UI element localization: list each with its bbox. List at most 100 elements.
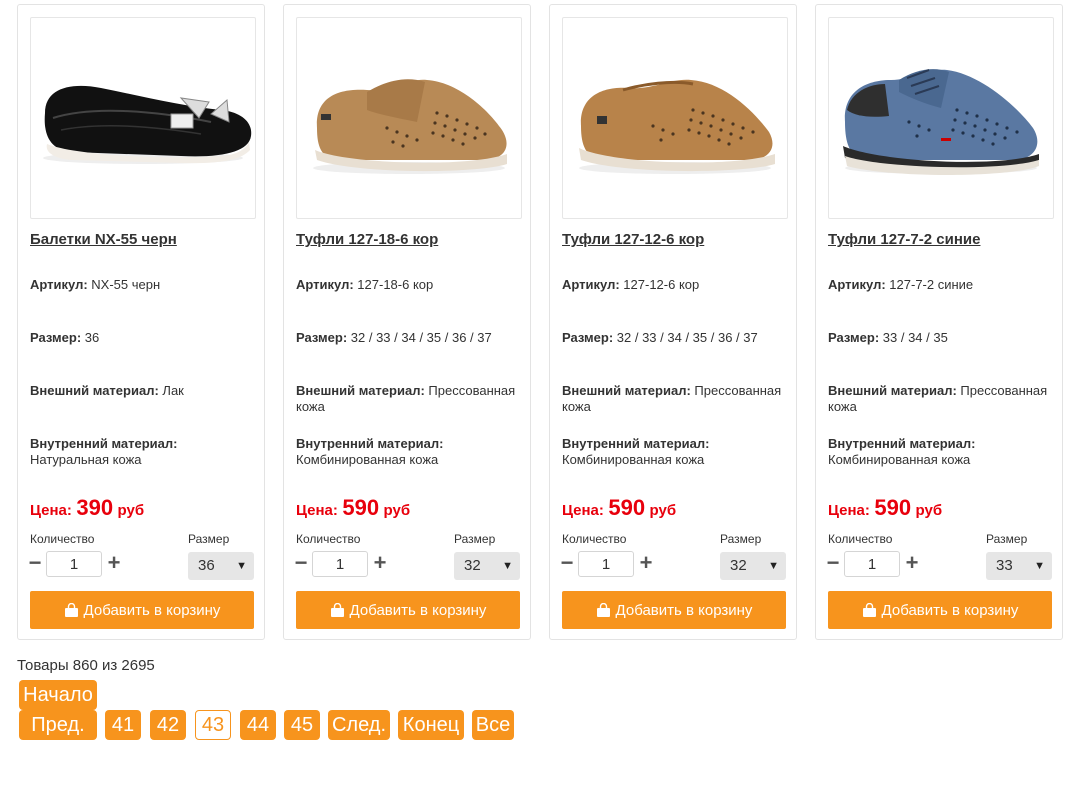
- attr-value: Лак: [162, 383, 184, 398]
- pagination-end-button[interactable]: Конец: [398, 710, 464, 740]
- product-card: Балетки NX-55 черн Артикул: NX-55 черн Р…: [17, 4, 265, 640]
- size-select-label: Размер: [454, 532, 496, 546]
- attr-label: Внешний материал:: [828, 383, 957, 398]
- pagination-prev-button[interactable]: Пред.: [19, 710, 97, 740]
- attr-label: Внешний материал:: [296, 383, 425, 398]
- price-currency: руб: [649, 502, 677, 519]
- plus-icon[interactable]: +: [106, 551, 122, 575]
- size-attr: Размер: 32 / 33 / 34 / 35 / 36 / 37: [296, 330, 524, 346]
- pagination-all-button[interactable]: Все: [472, 710, 514, 740]
- quantity-label: Количество: [828, 532, 893, 546]
- product-title[interactable]: Туфли 127-7-2 синие: [828, 231, 1052, 248]
- selected-size: 33: [996, 557, 1013, 574]
- inner-material-attr: Внутренний материал: Комбинированная кож…: [828, 436, 1056, 468]
- selected-size: 32: [730, 557, 747, 574]
- add-to-cart-label: Добавить в корзину: [349, 601, 487, 619]
- price-value: 590: [342, 495, 380, 520]
- attr-label: Внутренний материал:: [30, 436, 178, 451]
- pagination-page-44[interactable]: 44: [240, 710, 276, 740]
- attr-value: 127-7-2 синие: [889, 277, 974, 292]
- price-value: 390: [76, 495, 114, 520]
- plus-icon[interactable]: +: [372, 551, 388, 575]
- minus-icon[interactable]: −: [826, 551, 840, 575]
- plus-icon[interactable]: +: [638, 551, 654, 575]
- product-card: Туфли 127-18-6 кор Артикул: 127-18-6 кор…: [283, 4, 531, 640]
- price-value: 590: [608, 495, 646, 520]
- product-image[interactable]: [828, 17, 1054, 219]
- add-to-cart-button[interactable]: Добавить в корзину: [562, 591, 786, 629]
- quantity-input[interactable]: [578, 551, 634, 577]
- size-attr: Размер: 33 / 34 / 35: [828, 330, 1056, 346]
- inner-material-attr: Внутренний материал: Комбинированная кож…: [562, 436, 790, 468]
- selected-size: 32: [464, 557, 481, 574]
- inner-material-attr: Внутренний материал: Комбинированная кож…: [296, 436, 524, 468]
- attr-label: Внешний материал:: [562, 383, 691, 398]
- shopping-bag-icon: [64, 603, 78, 617]
- product-image[interactable]: [296, 17, 522, 219]
- attr-label: Размер:: [562, 330, 614, 345]
- add-to-cart-button[interactable]: Добавить в корзину: [296, 591, 520, 629]
- attr-label: Артикул:: [828, 277, 886, 292]
- selected-size: 36: [198, 557, 215, 574]
- price-value: 590: [874, 495, 912, 520]
- price-label: Цена:: [296, 502, 338, 519]
- pagination-page-43-current[interactable]: 43: [195, 710, 231, 740]
- article-attr: Артикул: 127-12-6 кор: [562, 277, 790, 293]
- product-card: Туфли 127-12-6 кор Артикул: 127-12-6 кор…: [549, 4, 797, 640]
- quantity-label: Количество: [296, 532, 361, 546]
- attr-value: 127-12-6 кор: [623, 277, 700, 292]
- product-image[interactable]: [562, 17, 788, 219]
- shopping-bag-icon: [330, 603, 344, 617]
- outer-material-attr: Внешний материал: Прессованная кожа: [296, 383, 524, 415]
- attr-value: 36: [84, 330, 100, 345]
- size-select[interactable]: 36 ▼: [188, 552, 254, 580]
- size-select[interactable]: 33 ▼: [986, 552, 1052, 580]
- attr-label: Артикул:: [30, 277, 88, 292]
- caret-down-icon: ▼: [768, 560, 779, 572]
- attr-label: Внутренний материал:: [296, 436, 444, 451]
- product-image[interactable]: [30, 17, 256, 219]
- quantity-input[interactable]: [844, 551, 900, 577]
- minus-icon[interactable]: −: [28, 551, 42, 575]
- attr-value: NX-55 черн: [91, 277, 161, 292]
- attr-label: Размер:: [30, 330, 82, 345]
- size-attr: Размер: 36: [30, 330, 258, 346]
- add-to-cart-label: Добавить в корзину: [83, 601, 221, 619]
- minus-icon[interactable]: −: [294, 551, 308, 575]
- price-label: Цена:: [562, 502, 604, 519]
- pagination-start-button[interactable]: Начало: [19, 680, 97, 710]
- shopping-bag-icon: [596, 603, 610, 617]
- attr-label: Внутренний материал:: [828, 436, 976, 451]
- size-select[interactable]: 32 ▼: [720, 552, 786, 580]
- price: Цена: 390 руб: [30, 495, 144, 521]
- lace-up-shoe-icon: [843, 69, 1039, 175]
- product-title[interactable]: Туфли 127-12-6 кор: [562, 231, 786, 248]
- pagination-page-42[interactable]: 42: [150, 710, 186, 740]
- price-currency: руб: [117, 502, 145, 519]
- add-to-cart-button[interactable]: Добавить в корзину: [30, 591, 254, 629]
- inner-material-attr: Внутренний материал: Натуральная кожа: [30, 436, 258, 468]
- article-attr: Артикул: 127-7-2 синие: [828, 277, 1056, 293]
- quantity-input[interactable]: [46, 551, 102, 577]
- add-to-cart-label: Добавить в корзину: [881, 601, 1019, 619]
- pagination-page-45[interactable]: 45: [284, 710, 320, 740]
- pagination-page-41[interactable]: 41: [105, 710, 141, 740]
- attr-value: Натуральная кожа: [30, 452, 142, 467]
- add-to-cart-button[interactable]: Добавить в корзину: [828, 591, 1052, 629]
- attr-label: Артикул:: [562, 277, 620, 292]
- plus-icon[interactable]: +: [904, 551, 920, 575]
- pagination-next-button[interactable]: След.: [328, 710, 390, 740]
- product-title[interactable]: Балетки NX-55 черн: [30, 231, 254, 248]
- product-title[interactable]: Туфли 127-18-6 кор: [296, 231, 520, 248]
- attr-label: Внутренний материал:: [562, 436, 710, 451]
- quantity-input[interactable]: [312, 551, 368, 577]
- attr-label: Размер:: [296, 330, 348, 345]
- attr-value: Комбинированная кожа: [562, 452, 705, 467]
- size-select-label: Размер: [720, 532, 762, 546]
- minus-icon[interactable]: −: [560, 551, 574, 575]
- add-to-cart-label: Добавить в корзину: [615, 601, 753, 619]
- size-select[interactable]: 32 ▼: [454, 552, 520, 580]
- attr-value: 33 / 34 / 35: [882, 330, 948, 345]
- attr-label: Внешний материал:: [30, 383, 159, 398]
- price-label: Цена:: [828, 502, 870, 519]
